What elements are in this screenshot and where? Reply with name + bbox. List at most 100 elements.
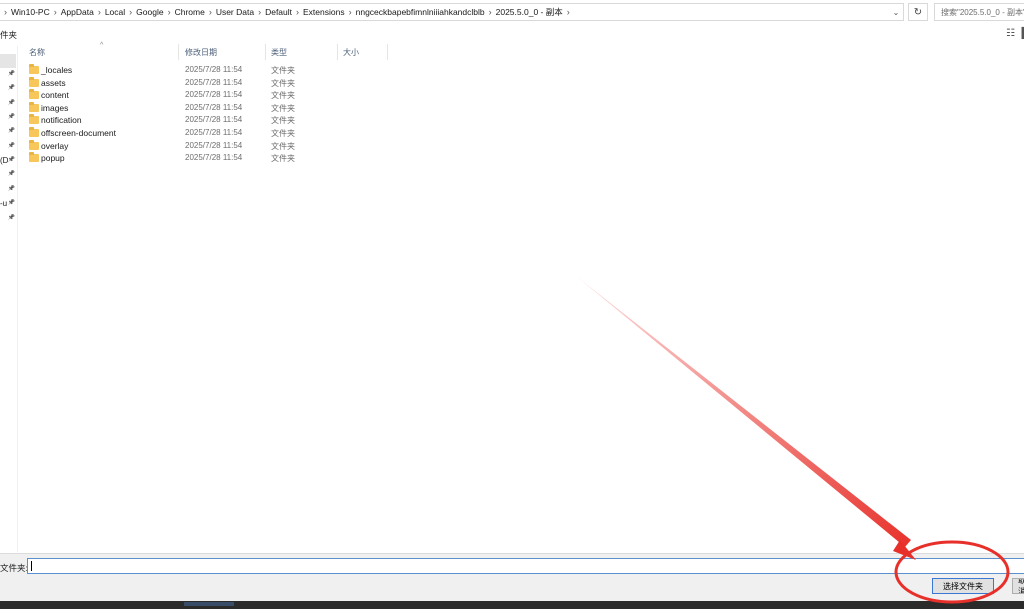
item-name: _locales <box>41 65 73 75</box>
breadcrumb-item[interactable]: Win10-PC › <box>11 7 61 17</box>
column-divider[interactable] <box>387 44 388 60</box>
folder-icon <box>29 152 39 163</box>
column-header-date[interactable]: 修改日期 <box>185 47 217 58</box>
address-row: › Win10-PC › AppData › Local › Google › Chrome › Us… <box>0 0 1024 24</box>
nav-item[interactable]: 📌 <box>0 185 18 197</box>
nav-item[interactable]: 📌 <box>0 99 18 111</box>
item-date: 2025/7/28 11:54 <box>185 65 243 74</box>
item-date: 2025/7/28 11:54 <box>185 115 243 125</box>
item-type: 文件夹 <box>271 154 295 164</box>
nav-item[interactable]: 📌 <box>0 70 18 82</box>
pin-icon: 📌 <box>7 128 15 134</box>
taskbar-item[interactable] <box>184 602 234 606</box>
text-caret <box>31 561 32 571</box>
nav-item[interactable]: 📌 <box>0 84 18 96</box>
pin-icon: 📌 <box>7 157 15 163</box>
view-options-icon[interactable]: ☷ <box>1006 28 1015 39</box>
breadcrumb-item[interactable]: User Data › <box>216 7 265 17</box>
breadcrumb-label: Extensions <box>303 7 345 17</box>
chevron-down-icon[interactable]: ⌄ <box>888 3 904 21</box>
pin-icon: 📌 <box>7 215 15 221</box>
cancel-button[interactable]: 取消 <box>1012 578 1024 594</box>
list-item[interactable]: offscreen-document 2025/7/28 11:54 文件夹 <box>20 127 320 140</box>
item-type: 文件夹 <box>271 91 295 101</box>
folder-icon <box>29 76 39 87</box>
breadcrumb-separator[interactable]: › <box>129 7 132 17</box>
nav-selected-item[interactable] <box>0 54 16 68</box>
nav-item[interactable]: 📌 <box>0 113 18 125</box>
navigation-pane: 📌 📌 📌 📌 📌 📌 (D 📌 📌 📌 -u 📌 📌 <box>0 46 18 552</box>
breadcrumb-item[interactable]: AppData › <box>61 7 105 17</box>
breadcrumb[interactable]: › Win10-PC › AppData › Local › Google › Chrome › Us… <box>0 3 904 21</box>
breadcrumb-separator[interactable]: › <box>209 7 212 17</box>
column-header-type[interactable]: 类型 <box>271 47 287 58</box>
pin-icon: 📌 <box>7 100 15 106</box>
breadcrumb-separator[interactable]: › <box>98 7 101 17</box>
item-name: offscreen-document <box>41 128 116 138</box>
item-name: overlay <box>41 140 69 151</box>
search-placeholder: 搜索"2025.5.0_0 - 副本" <box>941 7 1024 17</box>
folder-icon <box>29 127 39 137</box>
column-divider[interactable] <box>265 44 266 60</box>
list-item[interactable]: overlay 2025/7/28 11:54 文件夹 <box>20 139 320 153</box>
breadcrumb-separator[interactable]: › <box>296 7 299 17</box>
list-item[interactable]: content 2025/7/28 11:54 文件夹 <box>20 89 320 102</box>
item-date: 2025/7/28 11:54 <box>185 77 243 87</box>
list-item[interactable]: _locales 2025/7/28 11:54 文件夹 <box>20 64 320 77</box>
breadcrumb-separator[interactable]: › <box>489 7 492 17</box>
help-icon[interactable]: ▐ <box>1018 28 1024 39</box>
list-item[interactable]: notification 2025/7/28 11:54 文件夹 <box>20 114 320 127</box>
list-item[interactable]: assets 2025/7/28 11:54 文件夹 <box>20 76 320 90</box>
breadcrumb-separator[interactable]: › <box>567 7 570 17</box>
nav-item[interactable]: 📌 <box>0 214 18 226</box>
breadcrumb-separator[interactable]: › <box>54 7 57 17</box>
item-date: 2025/7/28 11:54 <box>185 90 243 100</box>
breadcrumb-item[interactable]: Local › <box>105 7 136 17</box>
breadcrumb-separator[interactable]: › <box>168 7 171 17</box>
nav-item[interactable]: 📌 <box>0 127 18 139</box>
breadcrumb-item[interactable]: Extensions › <box>303 7 356 17</box>
breadcrumb-label: Chrome <box>174 7 205 17</box>
item-name: assets <box>41 77 66 88</box>
breadcrumb-item[interactable]: Google › <box>136 7 174 17</box>
item-date: 2025/7/28 11:54 <box>185 102 243 112</box>
column-header-name[interactable]: 名称 <box>29 47 45 58</box>
column-header-size[interactable]: 大小 <box>343 47 359 58</box>
select-folder-button[interactable]: 选择文件夹 <box>932 578 994 594</box>
list-item[interactable]: images 2025/7/28 11:54 文件夹 <box>20 101 320 115</box>
breadcrumb-label: 2025.5.0_0 - 副本 <box>495 7 563 17</box>
nav-item[interactable]: (D 📌 <box>0 156 18 168</box>
item-name: popup <box>41 153 65 164</box>
breadcrumb-item[interactable]: Chrome › <box>175 7 216 17</box>
column-divider[interactable] <box>337 44 338 60</box>
nav-item[interactable]: 📌 <box>0 142 18 154</box>
refresh-icon[interactable]: ↻ <box>908 3 928 21</box>
pin-icon: 📌 <box>7 171 15 177</box>
folder-icon <box>29 139 39 150</box>
breadcrumb-separator[interactable]: › <box>258 7 261 17</box>
list-item[interactable]: popup 2025/7/28 11:54 文件夹 <box>20 152 320 165</box>
new-folder-button[interactable]: 件夹 <box>0 29 17 41</box>
list-header: ^ 名称 修改日期 类型 大小 <box>20 42 390 60</box>
nav-item[interactable]: 📌 <box>0 170 18 182</box>
breadcrumb-item[interactable]: nngceckbapebfimnlniiiahkandclblb › <box>356 7 496 17</box>
column-divider[interactable] <box>178 44 179 60</box>
item-type: 文件夹 <box>271 78 295 88</box>
folder-input[interactable] <box>27 558 1024 574</box>
folder-icon <box>29 101 39 112</box>
item-date: 2025/7/28 11:54 <box>185 140 243 150</box>
breadcrumb-label: Local <box>104 7 126 17</box>
breadcrumb-item[interactable]: Default › <box>265 7 303 17</box>
folder-icon <box>29 114 39 125</box>
breadcrumb-label: nngceckbapebfimnlniiiahkandclblb <box>355 7 485 17</box>
nav-item[interactable]: -u 📌 <box>0 199 18 211</box>
search-input[interactable]: 搜索"2025.5.0_0 - 副本" <box>934 3 1024 21</box>
taskbar <box>0 601 1024 609</box>
item-type: 文件夹 <box>271 129 295 138</box>
breadcrumb-item[interactable]: 2025.5.0_0 - 副本 › <box>496 6 574 18</box>
breadcrumb-label: Google <box>136 7 164 17</box>
item-name: notification <box>41 115 82 126</box>
breadcrumb-separator[interactable]: › <box>349 7 352 17</box>
breadcrumb-separator[interactable]: › <box>0 7 11 17</box>
item-date: 2025/7/28 11:54 <box>185 128 243 137</box>
